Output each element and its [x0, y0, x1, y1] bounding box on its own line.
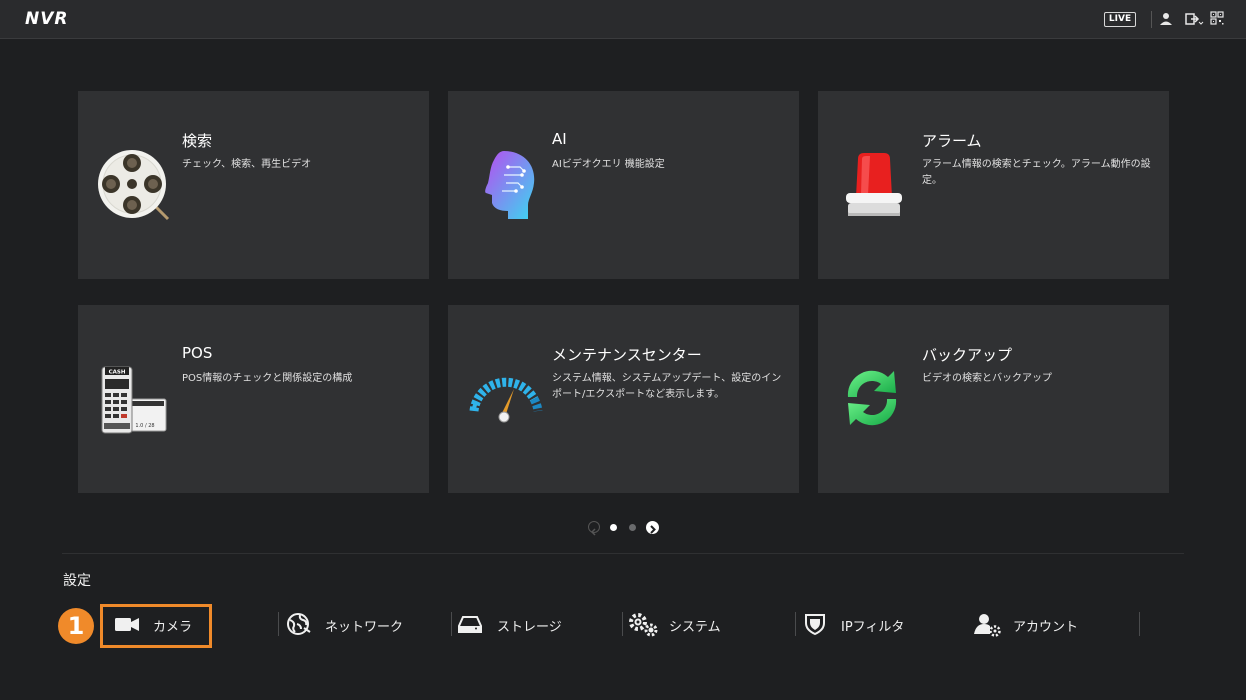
card-description: ビデオの検索とバックアップ: [922, 373, 1052, 384]
nvr-logo: NVR: [25, 9, 69, 29]
sync-arrows-icon: [836, 359, 916, 439]
shield-icon: [803, 612, 829, 636]
card-description: POS情報のチェックと関係設定の構成: [182, 373, 353, 384]
live-button[interactable]: LIVE: [1104, 12, 1136, 27]
toolbar-divider: [1151, 11, 1152, 28]
card-description: チェック、検索、再生ビデオ: [182, 159, 312, 170]
logout-icon[interactable]: [1184, 11, 1204, 27]
svg-text:CASH: CASH: [109, 370, 126, 376]
card-backup[interactable]: バックアップ ビデオの検索とバックアップ: [818, 305, 1169, 493]
card-alarm[interactable]: アラーム アラーム情報の検索とチェック。アラーム動作の設定。: [818, 91, 1169, 279]
globe-icon: [286, 612, 312, 636]
step-number-badge: 1: [58, 608, 94, 644]
svg-text:1.0 / 28: 1.0 / 28: [135, 423, 154, 429]
nav-label: IPフィルタ: [841, 620, 905, 635]
card-title: AI: [552, 130, 567, 148]
pos-terminal-icon: 1.0 / 28 CASH: [98, 365, 178, 445]
settings-section-title: 設定: [63, 573, 91, 589]
page-dot-1[interactable]: [610, 524, 617, 531]
card-description: アラーム情報の検索とチェック。アラーム動作の設定。: [922, 159, 1151, 186]
section-divider: [62, 553, 1184, 554]
film-reel-icon: [94, 147, 174, 227]
nav-label: アカウント: [1013, 620, 1079, 635]
ai-head-icon: [464, 147, 544, 227]
page-dot-2[interactable]: [629, 524, 636, 531]
user-icon[interactable]: [1158, 11, 1174, 27]
nav-divider: [795, 612, 796, 636]
nav-label: システム: [669, 620, 721, 635]
card-description: システム情報、システムアップデート、設定のインポート/エクスポートなど表示します…: [552, 373, 782, 400]
next-page-button[interactable]: [646, 521, 659, 534]
card-title: 検索: [182, 132, 213, 150]
card-search[interactable]: 検索 チェック、検索、再生ビデオ: [78, 91, 429, 279]
nav-divider: [1139, 612, 1140, 636]
nav-storage[interactable]: ストレージ: [458, 608, 598, 640]
prev-page-button[interactable]: [588, 521, 600, 536]
nav-divider: [622, 612, 623, 636]
top-bar: NVR LIVE: [0, 0, 1246, 39]
qr-code-icon[interactable]: [1210, 11, 1226, 27]
gauge-icon: [468, 367, 548, 447]
card-title: アラーム: [922, 132, 982, 150]
card-ai[interactable]: AI AIビデオクエリ 機能設定: [448, 91, 799, 279]
alarm-light-icon: [834, 147, 914, 227]
nav-divider: [278, 612, 279, 636]
card-description: AIビデオクエリ 機能設定: [552, 159, 665, 170]
nav-divider: [451, 612, 452, 636]
highlight-box: [100, 604, 212, 648]
nav-label: ネットワーク: [325, 620, 404, 635]
storage-icon: [458, 612, 484, 636]
card-title: バックアップ: [922, 346, 1013, 364]
nav-label: ストレージ: [497, 620, 562, 635]
account-gear-icon: [973, 612, 1003, 637]
nav-network[interactable]: ネットワーク: [286, 608, 426, 640]
nav-system[interactable]: システム: [628, 608, 768, 640]
card-title: メンテナンスセンター: [552, 346, 702, 364]
card-pos[interactable]: 1.0 / 28 CASH POS POS情報のチェックと関係設定の構成: [78, 305, 429, 493]
card-title: POS: [182, 344, 213, 362]
card-maintenance[interactable]: メンテナンスセンター システム情報、システムアップデート、設定のインポート/エク…: [448, 305, 799, 493]
nav-ip-filter[interactable]: IPフィルタ: [803, 608, 943, 640]
nav-account[interactable]: アカウント: [973, 608, 1113, 640]
gears-icon: [628, 612, 660, 637]
